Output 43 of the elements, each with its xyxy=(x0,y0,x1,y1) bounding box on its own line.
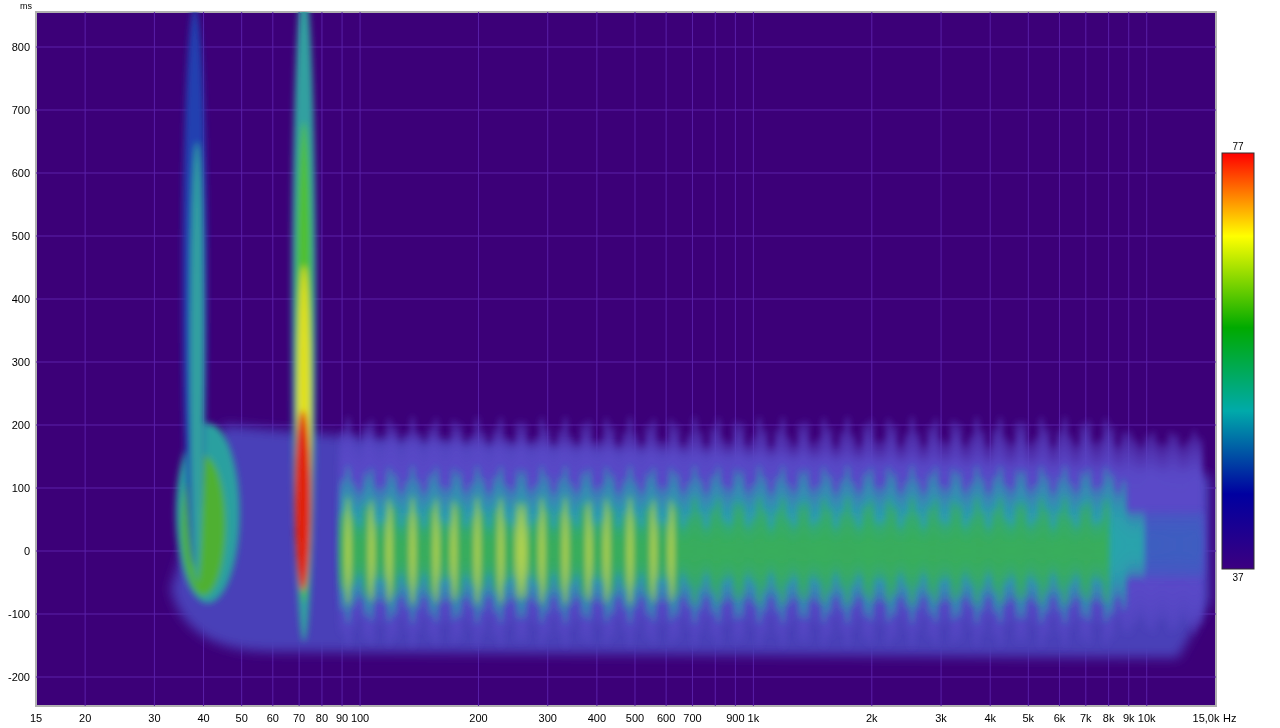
axis-tick-label: 70 xyxy=(293,712,306,724)
axis-tick-label: 7k xyxy=(1080,712,1092,724)
color-scale-label: 37 xyxy=(1232,572,1244,583)
axis-tick-label: 60 xyxy=(266,712,279,724)
axis-tick-label: 600 xyxy=(11,167,30,179)
axis-tick-label: 15,0k xyxy=(1192,712,1220,724)
axis-tick-label: 200 xyxy=(11,419,30,431)
axis-tick-label: 800 xyxy=(11,41,30,53)
axis-tick-label: 400 xyxy=(587,712,607,724)
axis-tick-label: 40 xyxy=(197,712,210,724)
axis-unit: ms xyxy=(20,1,32,11)
axis-tick-label: 9k xyxy=(1122,712,1135,724)
axis-tick-label: 90 xyxy=(335,712,349,724)
axis-tick-label: 30 xyxy=(148,712,161,724)
axis-tick-label: 2k xyxy=(866,712,878,724)
axis-tick-label: 300 xyxy=(538,712,557,724)
axis-tick-label: 700 xyxy=(683,712,702,724)
axis-tick-label: -100 xyxy=(7,608,30,620)
axis-tick-label: 400 xyxy=(11,293,30,305)
axis-tick-label: 500 xyxy=(11,230,30,242)
axis-tick-label: 8k xyxy=(1102,712,1115,724)
axis-tick-label: 700 xyxy=(11,104,30,116)
axis-tick-label: 15 xyxy=(29,712,43,724)
axis-tick-label: 0 xyxy=(23,545,30,557)
axis-tick-label: 10k xyxy=(1137,712,1156,724)
axis-tick-label: 500 xyxy=(625,712,645,724)
axis-tick-label: 200 xyxy=(469,712,488,724)
axis-tick-label: 600 xyxy=(656,712,676,724)
axis-tick-label: -200 xyxy=(7,671,30,683)
axis-tick-label: 300 xyxy=(11,356,30,368)
color-scale-label: 77 xyxy=(1232,141,1244,152)
axis-unit: Hz xyxy=(1223,712,1237,724)
axis-tick-label: 5k xyxy=(1022,712,1035,724)
axis-tick-label: 100 xyxy=(350,712,370,724)
axis-tick-label: 3k xyxy=(935,712,947,724)
axis-tick-label: 4k xyxy=(984,712,996,724)
axis-tick-label: 1k xyxy=(747,712,760,724)
axis-tick-label: 80 xyxy=(315,712,329,724)
axis-tick-label: 20 xyxy=(79,712,92,724)
axis-tick-label: 900 xyxy=(726,712,745,724)
axis-tick-label: 100 xyxy=(11,482,30,494)
axis-tick-label: 6k xyxy=(1053,712,1066,724)
axis-tick-label: 50 xyxy=(235,712,248,724)
